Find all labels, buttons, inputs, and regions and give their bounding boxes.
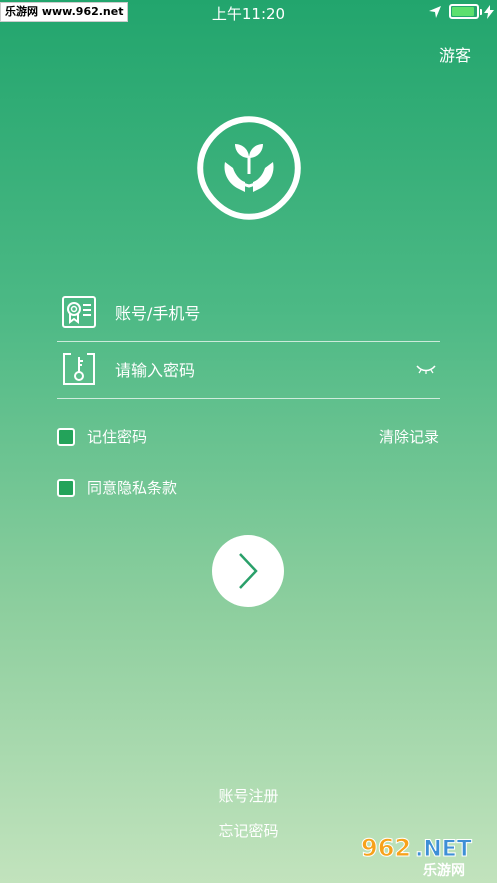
remember-checkbox[interactable] — [57, 427, 75, 446]
password-input[interactable]: 请输入密码 — [115, 357, 416, 381]
status-bar: 乐游网 www.962.net 上午11:20 — [0, 0, 497, 24]
agree-terms-row[interactable]: 同意隐私条款 — [57, 477, 177, 498]
key-icon — [63, 353, 95, 385]
account-input[interactable]: 账号/手机号 — [115, 300, 440, 324]
id-card-icon — [62, 296, 96, 328]
svg-text:.NET: .NET — [415, 837, 472, 862]
password-field[interactable]: 请输入密码 — [57, 340, 440, 399]
location-arrow-icon — [429, 6, 441, 18]
battery-icon — [449, 4, 479, 19]
charging-bolt-icon — [484, 5, 494, 19]
app-logo — [197, 116, 301, 220]
watermark-logo: 962 .NET 乐游网 — [361, 834, 473, 879]
agree-checkbox[interactable] — [57, 478, 75, 497]
remember-label: 记住密码 — [87, 428, 148, 446]
agree-label: 同意隐私条款 — [87, 479, 178, 497]
eye-closed-icon[interactable] — [416, 363, 436, 375]
register-link[interactable]: 账号注册 — [0, 785, 497, 806]
battery-tip — [480, 9, 482, 15]
remember-password-row[interactable]: 记住密码 — [57, 426, 147, 447]
svg-text:乐游网: 乐游网 — [423, 862, 465, 878]
chevron-right-icon — [239, 553, 258, 589]
login-button[interactable] — [212, 535, 284, 607]
account-field[interactable]: 账号/手机号 — [57, 283, 440, 342]
svg-text:962: 962 — [361, 834, 411, 862]
status-time: 上午11:20 — [211, 5, 286, 23]
clear-records-button[interactable]: 清除记录 — [379, 426, 439, 447]
guest-button[interactable]: 游客 — [439, 42, 471, 66]
